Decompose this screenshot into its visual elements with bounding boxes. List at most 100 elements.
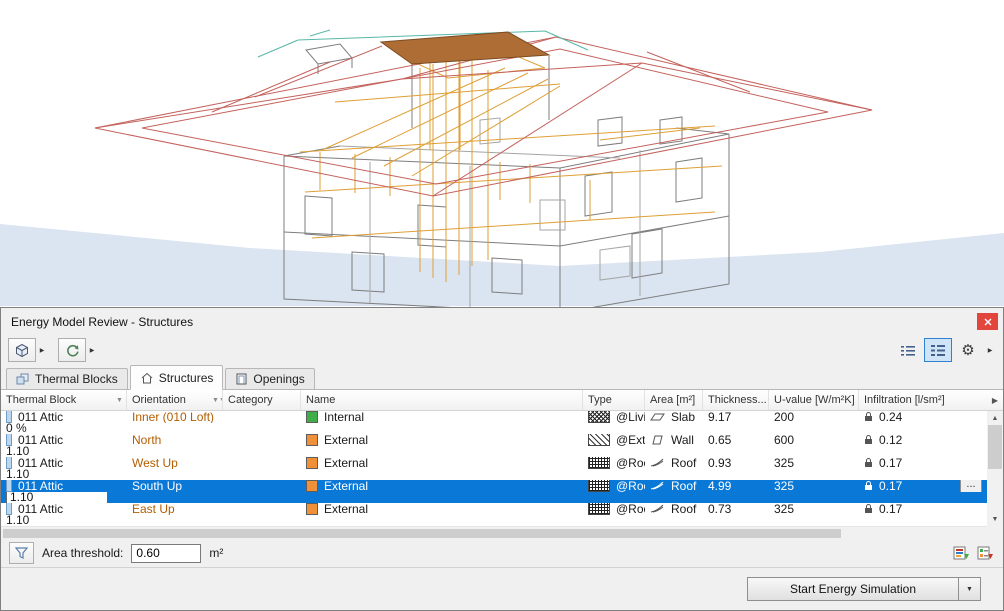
compact-list-icon (900, 344, 916, 357)
funnel-filter-icon (15, 547, 28, 559)
cell-thickness: 600 (769, 434, 859, 446)
table-row-selected[interactable]: 011 Attic South Up External @Roof_good (1, 480, 987, 503)
header-type[interactable]: Type (583, 390, 645, 410)
header-scroll-right[interactable]: ▶ (987, 390, 1003, 410)
table-row[interactable]: 011 Attic Inner (010 Loft) Internal @Liv… (1, 411, 987, 434)
model-legend-button[interactable] (975, 543, 995, 563)
category-color-swatch (306, 434, 318, 446)
cell-u-value: 0.12 (859, 434, 987, 446)
cell-type: Wall (645, 434, 703, 446)
header-thermal-block[interactable]: Thermal Block (1, 390, 111, 410)
cell-u-value: 0.24 (859, 411, 987, 423)
show-3d-model-button[interactable] (8, 338, 36, 362)
cell-infiltration: 1.10 (1, 515, 127, 527)
update-options-arrow[interactable]: ▶ (86, 338, 98, 362)
cell-area: 0.65 (703, 434, 769, 446)
cell-infiltration: 1.10 (1, 446, 127, 458)
thermal-block-icon (6, 457, 12, 469)
detailed-list-icon (930, 344, 946, 357)
area-threshold-unit: m² (209, 546, 223, 560)
dialog-titlebar[interactable]: Energy Model Review - Structures (1, 308, 1003, 335)
area-filter-button[interactable] (9, 542, 34, 564)
cell-infiltration: 1.10 (1, 469, 127, 481)
settings-button[interactable]: ⚙ (954, 338, 982, 362)
start-energy-simulation-button[interactable]: Start Energy Simulation (747, 577, 959, 601)
vertical-scrollbar[interactable]: ▲ ▼ (987, 411, 1003, 526)
cell-orientation: Inner (010 Loft) (127, 411, 301, 423)
3d-wireframe-drawing[interactable] (0, 0, 1004, 307)
cell-u-value: 0.17 (859, 457, 987, 469)
table-row[interactable]: 011 Attic North External @External Wall_… (1, 434, 987, 457)
table-row[interactable]: 011 Attic East Up External @Roof_good (1, 503, 987, 526)
header-thickness[interactable]: Thickness... (703, 390, 769, 410)
cell-type: Slab (645, 411, 703, 423)
thermal-block-icon (6, 503, 12, 515)
cell-type: Roof (645, 503, 703, 515)
header-area[interactable]: Area [m²] (645, 390, 703, 410)
infiltration-input[interactable] (6, 492, 108, 504)
cell-thickness: 325 (769, 503, 859, 515)
header-name[interactable]: Name (301, 390, 583, 410)
3d-model-viewport[interactable] (0, 0, 1004, 307)
cell-category: External (301, 434, 583, 446)
header-category[interactable]: Category (223, 390, 301, 410)
settings-options-arrow[interactable]: ▶ (984, 338, 996, 362)
dialog-toolbar: ▶ ▶ (1, 335, 1003, 365)
header-u-value[interactable]: U-value [W/m²K] (769, 390, 859, 410)
table-row[interactable]: 011 Attic West Up External @Roof_good (1, 457, 987, 480)
cell-orientation: East Up (127, 503, 301, 515)
detailed-list-view-button[interactable] (924, 338, 952, 362)
cell-area: 4.99 (703, 480, 769, 492)
area-threshold-input[interactable] (131, 544, 201, 563)
lock-icon (864, 434, 873, 445)
cell-orientation: North (127, 434, 301, 446)
horizontal-scroll-thumb[interactable] (3, 529, 841, 538)
horizontal-scrollbar[interactable] (1, 526, 987, 539)
sort-arrow-icon: ▼ (212, 397, 219, 404)
cell-type: Roof (645, 480, 703, 492)
dialog-footer: Area threshold: m² (1, 539, 1003, 567)
header-orientation[interactable]: Orientation (127, 390, 207, 410)
footer-right-group (951, 543, 995, 563)
dialog-bottom-bar: Start Energy Simulation ▼ (1, 567, 1003, 610)
compact-list-view-button[interactable] (894, 338, 922, 362)
tab-openings[interactable]: Openings (225, 368, 314, 389)
lock-icon (864, 503, 873, 514)
model-options-arrow[interactable]: ▶ (36, 338, 48, 362)
cell-category: External (301, 503, 583, 515)
slab-icon (650, 411, 665, 422)
cell-thermal-block: 011 Attic (1, 457, 127, 469)
model-report-button[interactable] (951, 543, 971, 563)
dialog-title: Energy Model Review - Structures (11, 315, 193, 329)
structures-table: Thermal Block ▼ Orientation ▼▼ Category … (1, 390, 1003, 539)
legend-icon (977, 546, 994, 561)
header-infiltration[interactable]: Infiltration [l/sm²] (859, 390, 987, 410)
header-thermal-block-sort[interactable]: ▼ (111, 390, 127, 410)
start-simulation-dropdown[interactable]: ▼ (959, 577, 981, 601)
vertical-scroll-thumb[interactable] (988, 425, 1002, 469)
cell-infiltration (1, 492, 127, 504)
thermal-block-icon (6, 434, 12, 446)
category-color-swatch (306, 457, 318, 469)
right-arrow-icon: ▶ (992, 396, 998, 405)
cell-thermal-block: 011 Attic (1, 434, 127, 446)
tab-structures[interactable]: Structures (130, 365, 224, 390)
scroll-up-icon[interactable]: ▲ (987, 411, 1003, 425)
wall-icon (650, 434, 665, 446)
close-icon (984, 318, 992, 326)
lock-icon (864, 480, 873, 491)
update-model-button[interactable] (58, 338, 86, 362)
header-orientation-sort[interactable]: ▼▼ (207, 390, 223, 410)
table-header: Thermal Block ▼ Orientation ▼▼ Category … (1, 390, 1003, 411)
report-icon (953, 546, 970, 561)
cell-category: External (301, 457, 583, 469)
cell-thickness: 325 (769, 457, 859, 469)
scroll-down-icon[interactable]: ▼ (987, 512, 1003, 526)
close-button[interactable] (977, 313, 998, 330)
u-value-browse-button[interactable]: ... (960, 480, 982, 492)
tab-thermal-blocks[interactable]: Thermal Blocks (6, 368, 128, 389)
cell-name: @External Wall_good (583, 434, 645, 446)
cell-thermal-block: 011 Attic (1, 411, 127, 423)
area-threshold-label: Area threshold: (42, 546, 123, 560)
material-hatch-icon (588, 457, 610, 469)
